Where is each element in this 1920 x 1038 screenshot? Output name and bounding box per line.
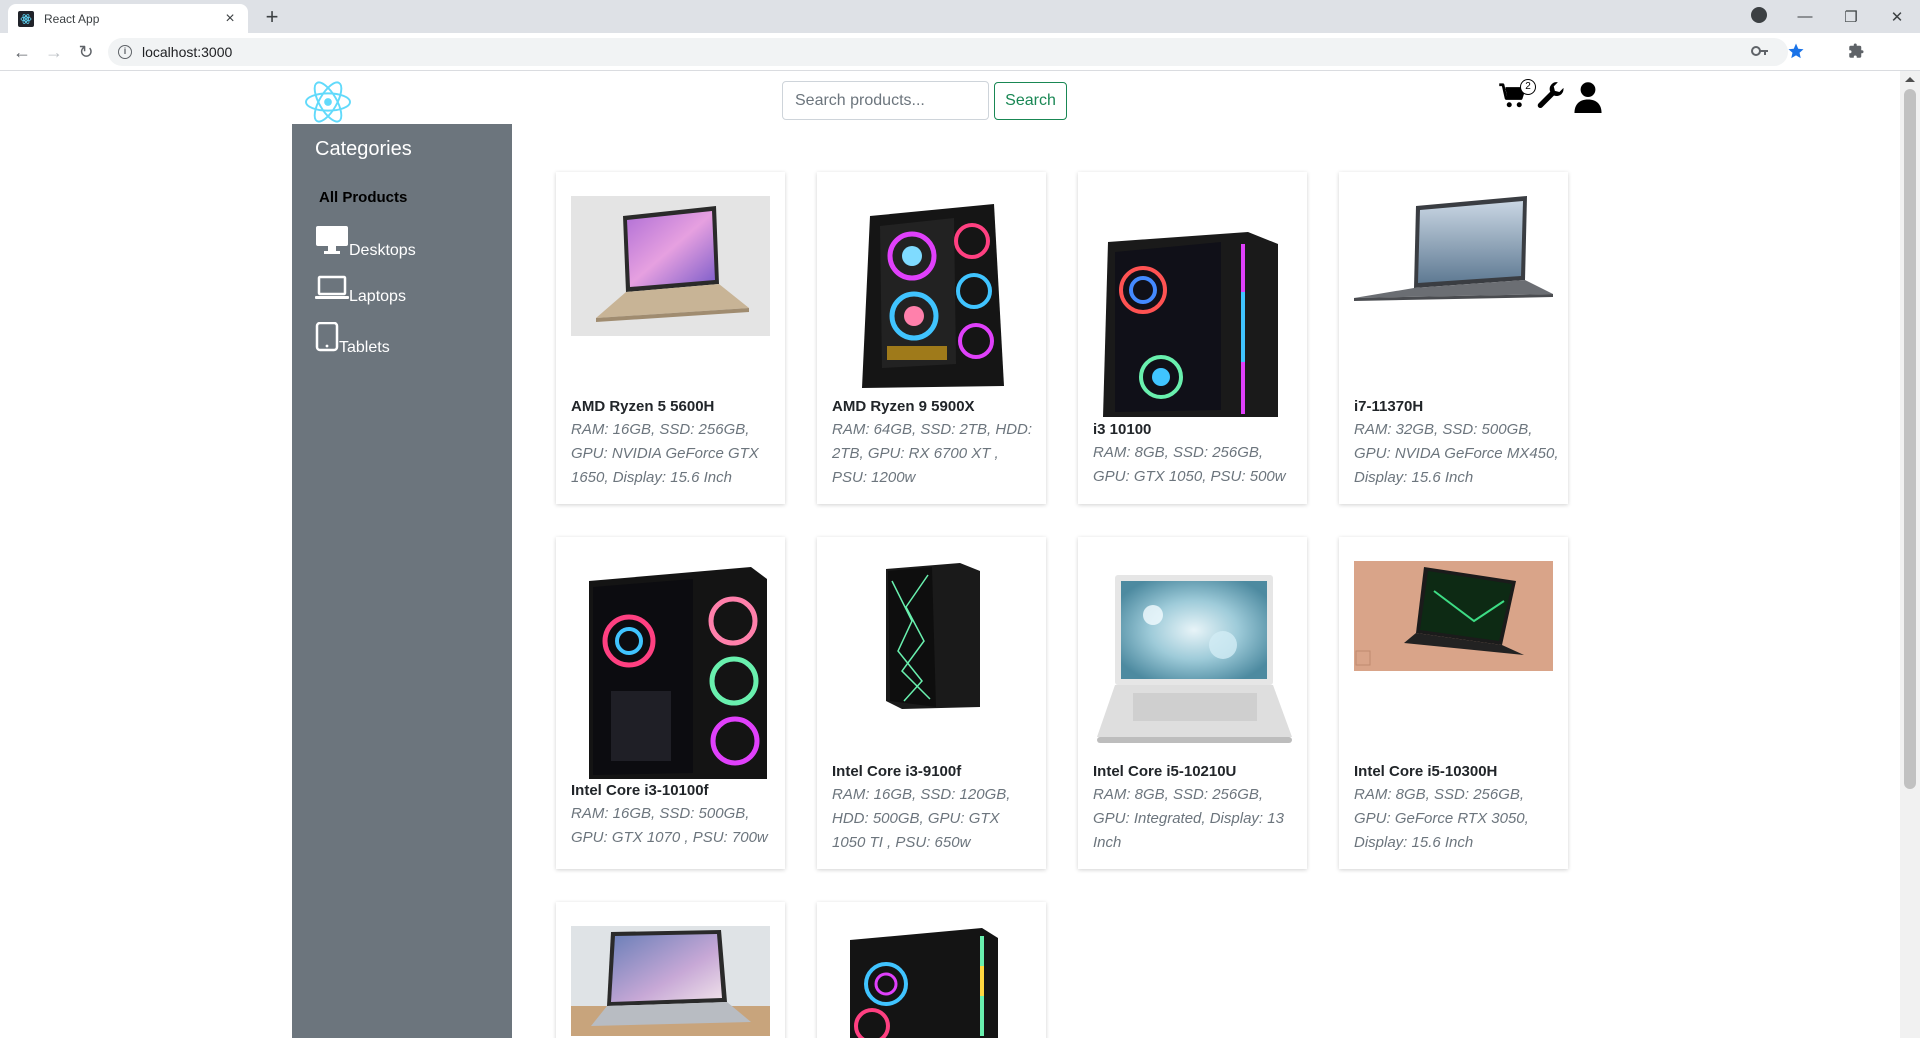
product-card[interactable]: AMD Ryzen 5 5600H RAM: 16GB, SSD: 256GB,… xyxy=(556,172,785,504)
back-arrow-icon[interactable]: ← xyxy=(11,41,33,63)
new-tab-button[interactable]: + xyxy=(260,5,284,29)
product-description: RAM: 8GB, SSD: 256GB, GPU: Integrated, D… xyxy=(1093,786,1284,851)
react-logo-icon[interactable] xyxy=(303,79,353,125)
sidebar-item-desktops[interactable]: Desktops xyxy=(315,225,416,260)
laptop-icon xyxy=(315,275,349,306)
categories-sidebar: Categories All Products Desktops Laptops… xyxy=(292,124,512,1038)
forward-arrow-icon[interactable]: → xyxy=(43,41,65,63)
tablet-icon xyxy=(315,321,339,357)
bookmark-star-icon[interactable] xyxy=(1786,41,1806,61)
desktop-icon xyxy=(315,225,349,260)
product-name: Intel Core i3-9100f xyxy=(832,763,962,780)
product-image xyxy=(832,926,1031,1038)
product-card[interactable]: AMD Ryzen 9 5900X RAM: 64GB, SSD: 2TB, H… xyxy=(817,172,1046,504)
search-input[interactable] xyxy=(782,81,989,120)
product-card[interactable]: Intel Core i3-9100f RAM: 16GB, SSD: 120G… xyxy=(817,537,1046,869)
extensions-puzzle-icon[interactable] xyxy=(1846,41,1866,61)
app-root: Search 2 Categories All Products Desktop… xyxy=(0,71,1900,1038)
product-card[interactable]: Intel Core i5-10210U RAM: 8GB, SSD: 256G… xyxy=(1078,537,1307,869)
react-favicon-icon xyxy=(18,10,34,27)
product-description: RAM: 32GB, SSD: 500GB, GPU: NVIDA GeForc… xyxy=(1354,421,1559,486)
product-image xyxy=(1093,575,1292,747)
tab-close-icon[interactable]: × xyxy=(222,10,238,28)
categories-title: Categories xyxy=(315,138,412,160)
product-description: RAM: 64GB, SSD: 2TB, HDD: 2TB, GPU: RX 6… xyxy=(832,421,1033,486)
site-info-icon[interactable]: i xyxy=(118,45,132,59)
page-scrollbar[interactable] xyxy=(1900,71,1920,1038)
product-card[interactable] xyxy=(817,902,1046,1038)
product-description: RAM: 16GB, SSD: 256GB, GPU: NVIDIA GeFor… xyxy=(571,421,759,486)
product-card[interactable] xyxy=(556,902,785,1038)
window-controls: — ❐ ✕ xyxy=(1736,0,1920,33)
wrench-icon[interactable] xyxy=(1536,81,1568,113)
address-bar[interactable]: i localhost:3000 xyxy=(108,38,1788,66)
product-image xyxy=(1354,561,1553,671)
product-name: Intel Core i3-10100f xyxy=(571,782,709,799)
tab-title: React App xyxy=(44,11,100,26)
reload-icon[interactable]: ↻ xyxy=(75,41,97,63)
sidebar-item-label: All Products xyxy=(319,189,408,206)
product-image xyxy=(832,561,1031,711)
product-name: AMD Ryzen 9 5900X xyxy=(832,398,975,415)
product-card[interactable]: i7-11370H RAM: 32GB, SSD: 500GB, GPU: NV… xyxy=(1339,172,1568,504)
user-icon[interactable] xyxy=(1574,81,1606,113)
product-description: RAM: 8GB, SSD: 256GB, GPU: GeForce RTX 3… xyxy=(1354,786,1529,851)
product-image xyxy=(571,926,770,1036)
sidebar-item-tablets[interactable]: Tablets xyxy=(315,321,390,357)
sidebar-item-all-products[interactable]: All Products xyxy=(319,189,407,206)
sidebar-item-label: Desktops xyxy=(349,242,416,259)
product-name: i3 10100 xyxy=(1093,421,1152,438)
product-name: Intel Core i5-10300H xyxy=(1354,763,1498,780)
header-icons: 2 xyxy=(1498,79,1606,113)
profile-menu-icon[interactable] xyxy=(1736,6,1782,27)
cart-count-badge: 2 xyxy=(1520,79,1536,95)
product-description: RAM: 8GB, SSD: 256GB, GPU: GTX 1050, PSU… xyxy=(1093,444,1286,485)
minimize-button[interactable]: — xyxy=(1782,8,1828,25)
product-name: AMD Ryzen 5 5600H xyxy=(571,398,715,415)
browser-tab-bar: React App × + — ❐ ✕ xyxy=(0,0,1920,33)
address-url: localhost:3000 xyxy=(142,44,233,60)
product-card[interactable]: i3 10100 RAM: 8GB, SSD: 256GB, GPU: GTX … xyxy=(1078,172,1307,504)
cart-icon[interactable]: 2 xyxy=(1498,79,1536,113)
sidebar-item-label: Laptops xyxy=(349,288,406,305)
product-card[interactable]: Intel Core i5-10300H RAM: 8GB, SSD: 256G… xyxy=(1339,537,1568,869)
product-name: Intel Core i5-10210U xyxy=(1093,763,1237,780)
product-description: RAM: 16GB, SSD: 500GB, GPU: GTX 1070 , P… xyxy=(571,805,768,846)
scrollbar-thumb[interactable] xyxy=(1904,89,1916,789)
scroll-up-arrow-icon[interactable] xyxy=(1905,77,1915,82)
browser-toolbar: ← → ↻ i localhost:3000 xyxy=(0,33,1920,71)
product-image xyxy=(571,196,770,336)
sidebar-item-laptops[interactable]: Laptops xyxy=(315,275,406,306)
search-button[interactable]: Search xyxy=(994,82,1067,120)
product-image xyxy=(1093,222,1292,417)
sidebar-item-label: Tablets xyxy=(339,339,390,356)
product-name: i7-11370H xyxy=(1354,398,1424,415)
restore-button[interactable]: ❐ xyxy=(1828,8,1874,26)
browser-tab[interactable]: React App × xyxy=(8,4,248,33)
product-card[interactable]: Intel Core i3-10100f RAM: 16GB, SSD: 500… xyxy=(556,537,785,869)
close-window-button[interactable]: ✕ xyxy=(1874,8,1920,26)
product-image xyxy=(832,196,1031,396)
product-image xyxy=(1354,196,1553,306)
product-description: RAM: 16GB, SSD: 120GB, HDD: 500GB, GPU: … xyxy=(832,786,1011,851)
key-icon[interactable] xyxy=(1750,41,1770,61)
product-image xyxy=(571,561,770,779)
